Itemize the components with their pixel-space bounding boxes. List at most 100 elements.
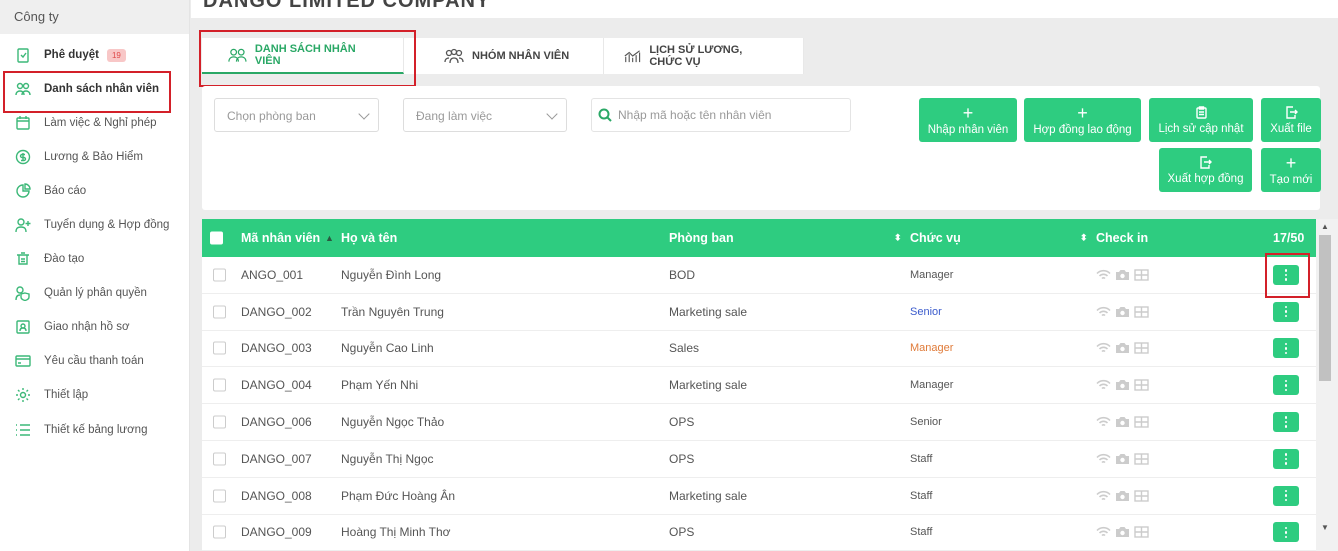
grid-icon — [1134, 416, 1149, 428]
header-dept[interactable]: Phòng ban — [669, 231, 734, 245]
more-icon — [1284, 347, 1288, 350]
checkin-methods — [1096, 416, 1149, 428]
table-row[interactable]: DANGO_004 Phạm Yến Nhi Marketing sale Ma… — [202, 367, 1316, 405]
status-value: Đang làm việc — [416, 109, 493, 123]
sort-icon[interactable]: ⬍ — [894, 233, 902, 244]
row-checkbox[interactable] — [213, 378, 226, 392]
department-placeholder: Chọn phòng ban — [227, 109, 316, 123]
checkin-methods — [1096, 269, 1149, 281]
table-row[interactable]: DANGO_008 Phạm Đức Hoàng Ân Marketing sa… — [202, 478, 1316, 515]
sidebar-item[interactable]: Đào tạo — [0, 242, 190, 276]
button-label: Hợp đồng lao động — [1033, 123, 1132, 136]
wifi-icon — [1096, 453, 1111, 464]
employee-position: Manager — [910, 268, 954, 281]
table-row[interactable]: DANGO_006 Nguyễn Ngọc Thảo OPS Senior — [202, 404, 1316, 441]
employee-dept: Marketing sale — [669, 378, 748, 393]
department-select[interactable]: Chọn phòng ban — [214, 98, 379, 132]
employee-name: Trần Nguyên Trung — [341, 304, 444, 319]
grid-icon — [1134, 305, 1149, 318]
row-action-button[interactable] — [1273, 448, 1299, 469]
employee-dept: BOD — [669, 267, 696, 282]
table-row[interactable]: ANGO_001 Nguyễn Đình Long BOD Manager — [202, 257, 1316, 294]
employee-position: Senior — [910, 305, 942, 318]
plus-icon: + — [962, 102, 974, 123]
row-action-button[interactable] — [1273, 522, 1299, 543]
group-icon — [444, 48, 464, 64]
export-file-button[interactable]: Xuất file — [1261, 98, 1321, 142]
top-bar: DANGO LIMITED COMPANY — [191, 0, 1338, 18]
sidebar-item[interactable]: Yêu cầu thanh toán — [0, 344, 190, 378]
user-plus-icon — [14, 216, 32, 234]
employee-code: DANGO_003 — [241, 341, 312, 356]
sidebar-item[interactable]: Quản lý phân quyền — [0, 276, 190, 310]
row-checkbox[interactable] — [213, 415, 226, 429]
highlight-sidebar-box — [3, 71, 171, 113]
scrollbar-thumb[interactable] — [1319, 235, 1331, 381]
row-action-button[interactable] — [1273, 375, 1299, 396]
employee-dept: Marketing sale — [669, 488, 748, 503]
vertical-scrollbar[interactable]: ▲ ▼ — [1316, 219, 1338, 551]
chevron-down-icon — [546, 108, 558, 120]
row-checkbox[interactable] — [213, 268, 226, 282]
header-name[interactable]: Họ và tên — [341, 231, 397, 245]
sidebar-item[interactable]: Giao nhận hồ sơ — [0, 310, 190, 344]
export-icon — [1200, 155, 1212, 169]
export-contract-button[interactable]: Xuất hợp đồng — [1159, 148, 1252, 192]
company-title: DANGO LIMITED COMPANY — [203, 0, 491, 12]
sidebar-item[interactable]: Thiết lập — [0, 378, 190, 412]
tab-salary-history[interactable]: LỊCH SỬ LƯƠNG, CHỨC VỤ — [604, 38, 804, 74]
row-checkbox[interactable] — [213, 305, 226, 319]
sidebar-item[interactable]: Lương & Bảo Hiểm — [0, 140, 190, 174]
grid-icon — [1134, 379, 1149, 391]
wifi-icon — [1096, 343, 1111, 353]
sidebar-item[interactable]: Tuyển dụng & Hợp đồng — [0, 208, 190, 242]
import-employee-button[interactable]: + Nhập nhân viên — [919, 98, 1017, 142]
row-action-button[interactable] — [1273, 301, 1299, 322]
highlight-action-box — [1265, 253, 1310, 298]
status-select[interactable]: Đang làm việc — [403, 98, 567, 132]
checkin-methods — [1096, 489, 1149, 502]
table-row[interactable]: DANGO_007 Nguyễn Thị Ngọc OPS Staff — [202, 441, 1316, 478]
more-icon — [1284, 489, 1288, 493]
camera-icon — [1116, 343, 1129, 354]
update-history-button[interactable]: Lịch sử cập nhật — [1149, 98, 1253, 142]
labor-contract-button[interactable]: + Hợp đồng lao động — [1024, 98, 1141, 142]
button-label: Tạo mới — [1269, 173, 1313, 186]
table-row[interactable]: DANGO_003 Nguyễn Cao Linh Sales Manager — [202, 331, 1316, 368]
create-new-button[interactable]: + Tạo mới — [1261, 148, 1321, 192]
sidebar-item[interactable]: Báo cáo — [0, 174, 190, 208]
table-row[interactable]: DANGO_002 Trần Nguyên Trung Marketing sa… — [202, 294, 1316, 331]
row-checkbox[interactable] — [213, 452, 226, 466]
scroll-down-icon[interactable]: ▼ — [1321, 523, 1329, 532]
employee-code: DANGO_007 — [241, 451, 312, 466]
checkin-methods — [1096, 305, 1149, 318]
header-code[interactable]: Mã nhân viên — [241, 231, 320, 245]
row-action-button[interactable] — [1273, 485, 1299, 506]
row-checkbox[interactable] — [213, 341, 226, 355]
list-icon — [14, 421, 32, 439]
more-icon — [1284, 526, 1288, 530]
employee-dept: OPS — [669, 415, 695, 430]
highlight-tab-box — [199, 30, 416, 87]
employee-name: Nguyễn Đình Long — [341, 267, 442, 282]
button-label: Xuất file — [1270, 122, 1312, 135]
row-action-button[interactable] — [1273, 338, 1299, 359]
employee-dept: OPS — [669, 451, 695, 466]
sidebar-item[interactable]: Thiết kế bảng lương — [0, 413, 190, 447]
scroll-up-icon[interactable]: ▲ — [1321, 222, 1329, 231]
employee-position: Senior — [910, 416, 942, 429]
more-icon — [1284, 305, 1288, 309]
sidebar-item[interactable]: Phê duyệt 19 — [0, 38, 190, 72]
wifi-icon — [1096, 269, 1111, 280]
row-action-button[interactable] — [1273, 412, 1299, 433]
sort-icon[interactable]: ▲ — [325, 233, 334, 243]
row-checkbox[interactable] — [213, 489, 226, 503]
header-position[interactable]: Chức vụ — [910, 231, 961, 245]
table-row[interactable]: DANGO_009 Hoàng Thị Minh Thơ OPS Staff — [202, 515, 1316, 551]
search-input[interactable]: Nhập mã hoặc tên nhân viên — [591, 98, 851, 132]
select-all-checkbox[interactable] — [210, 231, 223, 245]
tab-employee-groups[interactable]: NHÓM NHÂN VIÊN — [404, 38, 604, 74]
row-checkbox[interactable] — [213, 525, 226, 539]
sort-icon[interactable]: ⬍ — [1080, 233, 1088, 244]
employee-dept: OPS — [669, 525, 695, 540]
